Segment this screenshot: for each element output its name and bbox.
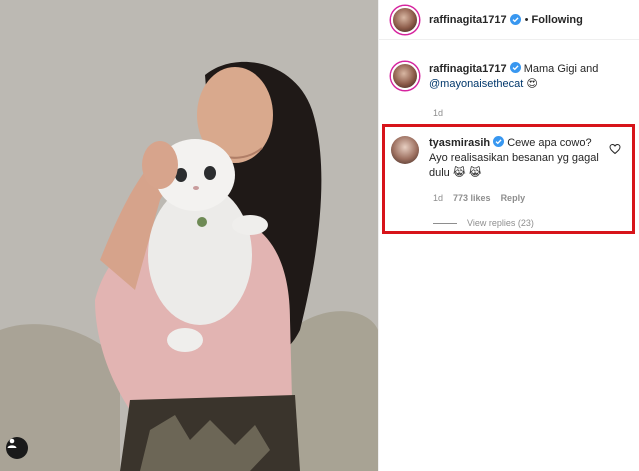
photo-illustration — [0, 0, 378, 471]
caption-emoji: 😍 — [526, 78, 538, 90]
tag-user-icon — [7, 438, 17, 448]
comment-highlight-box — [382, 124, 635, 234]
caption-mention-link[interactable]: @mayonaisethecat — [429, 78, 523, 90]
header-separator: • — [524, 13, 529, 26]
post-photo — [0, 0, 378, 471]
caption-author-avatar[interactable] — [391, 62, 419, 90]
caption-age: 1d — [433, 108, 444, 118]
post-sidebar: raffinagita1717 • Following raffinagita1… — [378, 0, 639, 471]
caption-text: raffinagita1717 Mama Gigi and @mayonaise… — [429, 62, 629, 92]
author-username[interactable]: raffinagita1717 — [429, 14, 507, 26]
author-avatar[interactable] — [391, 5, 419, 34]
verified-badge-icon — [509, 14, 521, 25]
tag-user-button[interactable] — [6, 437, 28, 459]
post-header: raffinagita1717 • Following — [379, 0, 639, 40]
post-caption: raffinagita1717 Mama Gigi and @mayonaise… — [391, 62, 631, 92]
following-button[interactable]: Following — [532, 14, 583, 26]
caption-author-username[interactable]: raffinagita1717 — [429, 63, 507, 75]
caption-body: Mama Gigi and — [523, 63, 599, 75]
verified-badge-icon — [509, 62, 521, 73]
